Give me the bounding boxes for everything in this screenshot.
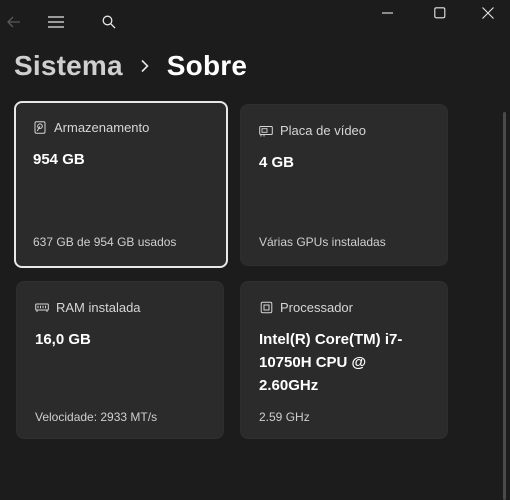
storage-drive-icon [33, 121, 47, 135]
arrow-left-icon [7, 16, 20, 28]
close-icon [482, 7, 494, 19]
hamburger-icon [48, 16, 64, 28]
back-button[interactable] [2, 8, 26, 36]
ram-card-value: 16,0 GB [35, 331, 91, 348]
search-button[interactable] [96, 8, 122, 36]
breadcrumb-parent-link[interactable]: Sistema [14, 50, 123, 82]
ram-card-title: RAM instalada [56, 300, 141, 315]
page-title: Sobre [166, 50, 248, 81]
ram-card[interactable]: RAM instalada 16,0 GB Velocidade: 2933 M… [16, 281, 224, 439]
gpu-card-title: Placa de vídeo [280, 123, 367, 138]
search-icon [102, 15, 116, 29]
storage-card-header: Armazenamento [33, 120, 149, 135]
close-button[interactable] [474, 0, 502, 26]
maximize-icon [434, 7, 446, 19]
storage-card-detail: 637 GB de 954 GB usados [33, 235, 177, 249]
navigation-menu-button[interactable] [42, 8, 70, 36]
cpu-card-value: Intel(R) Core(TM) i7-10750H CPU @ 2.60GH… [259, 331, 403, 394]
gpu-card[interactable]: Placa de vídeo 4 GB Várias GPUs instalad… [240, 104, 448, 266]
ram-card-detail: Velocidade: 2933 MT/s [35, 410, 158, 424]
gpu-card-header: Placa de vídeo [259, 123, 366, 138]
storage-card-value: 954 GB [33, 151, 85, 168]
gpu-card-detail: Várias GPUs instaladas [259, 235, 386, 249]
breadcrumb: Sistema Sobre [14, 46, 247, 86]
gpu-card-icon [259, 124, 273, 138]
processor-chip-icon [259, 301, 273, 315]
ram-module-icon [35, 301, 49, 315]
minimize-button[interactable] [374, 0, 402, 26]
storage-card-title: Armazenamento [54, 120, 150, 135]
cpu-card-header: Processador [259, 300, 353, 315]
scrollbar[interactable] [503, 112, 506, 500]
minimize-icon [382, 12, 393, 14]
cpu-card-title: Processador [280, 300, 353, 315]
title-bar [0, 0, 510, 44]
storage-card[interactable]: Armazenamento 954 GB 637 GB de 954 GB us… [14, 101, 228, 268]
cpu-card[interactable]: Processador Intel(R) Core(TM) i7-10750H … [240, 281, 448, 439]
chevron-right-icon [141, 59, 149, 73]
cpu-card-detail: 2.59 GHz [259, 410, 310, 424]
maximize-button[interactable] [426, 0, 454, 26]
settings-window: Sistema Sobre Armazenamento 954 GB 637 G… [0, 0, 510, 500]
breadcrumb-separator [123, 51, 167, 81]
gpu-card-value: 4 GB [259, 154, 295, 171]
ram-card-header: RAM instalada [35, 300, 141, 315]
